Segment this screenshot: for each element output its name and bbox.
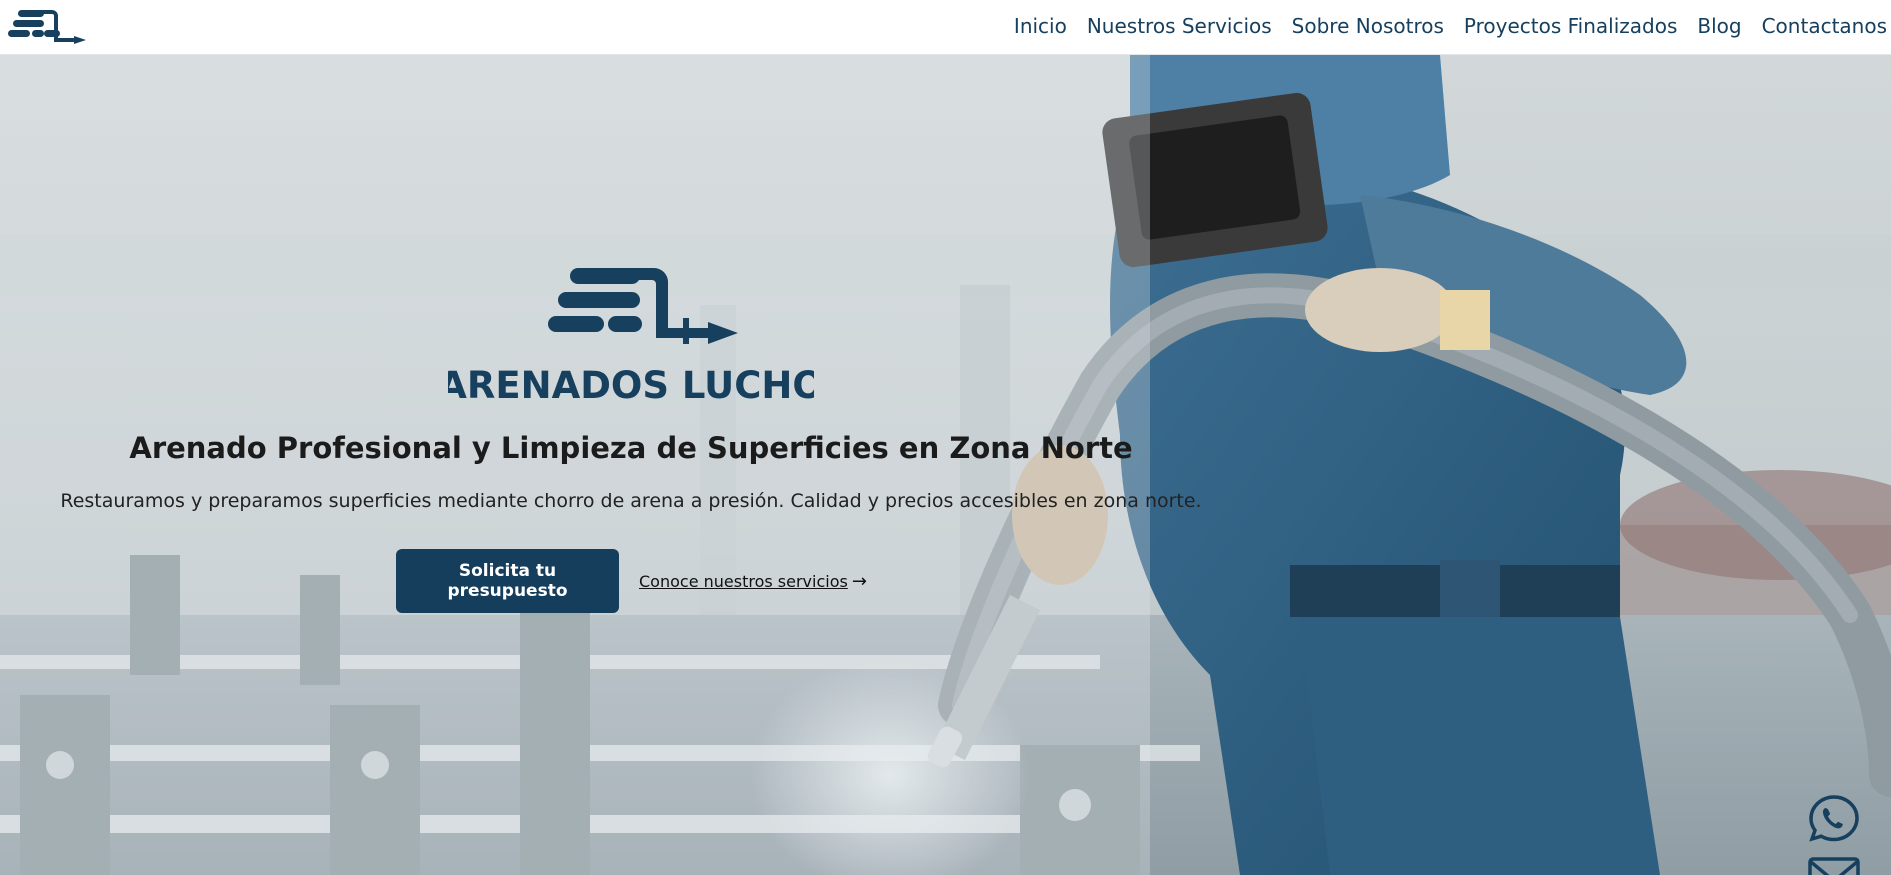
arrow-right-icon: →: [851, 570, 867, 592]
nav-item-inicio[interactable]: Inicio: [1014, 14, 1067, 38]
hero-subtitle: Restauramos y preparamos superficies med…: [60, 490, 1202, 512]
header-logo[interactable]: [4, 4, 88, 50]
hero-content: ARENADOS LUCHO Arenado Profesional y Lim…: [0, 55, 1891, 875]
main-nav: Inicio Nuestros Servicios Sobre Nosotros…: [1014, 0, 1887, 52]
sandblasting-logo-icon: [8, 10, 86, 44]
nav-item-servicios[interactable]: Nuestros Servicios: [1087, 14, 1272, 38]
whatsapp-button[interactable]: [1806, 793, 1862, 843]
services-link[interactable]: Conoce nuestros servicios →: [639, 567, 867, 595]
mail-button[interactable]: [1806, 853, 1862, 875]
hero-logo: ARENADOS LUCHO: [438, 260, 824, 410]
request-quote-button[interactable]: Solicita tu presupuesto: [396, 549, 619, 613]
hero-section: ARENADOS LUCHO Arenado Profesional y Lim…: [0, 55, 1891, 875]
nav-item-blog[interactable]: Blog: [1697, 14, 1741, 38]
hero-title: Arenado Profesional y Limpieza de Superf…: [129, 431, 1133, 465]
nav-item-proyectos[interactable]: Proyectos Finalizados: [1464, 14, 1677, 38]
nav-item-contactanos[interactable]: Contactanos: [1762, 14, 1887, 38]
sandblasting-logo-icon: ARENADOS LUCHO: [438, 268, 824, 407]
site-header: Inicio Nuestros Servicios Sobre Nosotros…: [0, 0, 1891, 55]
brand-name: ARENADOS LUCHO: [448, 364, 814, 407]
nav-item-nosotros[interactable]: Sobre Nosotros: [1292, 14, 1444, 38]
mail-icon: [1808, 857, 1860, 875]
services-link-label: Conoce nuestros servicios: [639, 571, 848, 591]
whatsapp-icon: [1809, 795, 1859, 842]
